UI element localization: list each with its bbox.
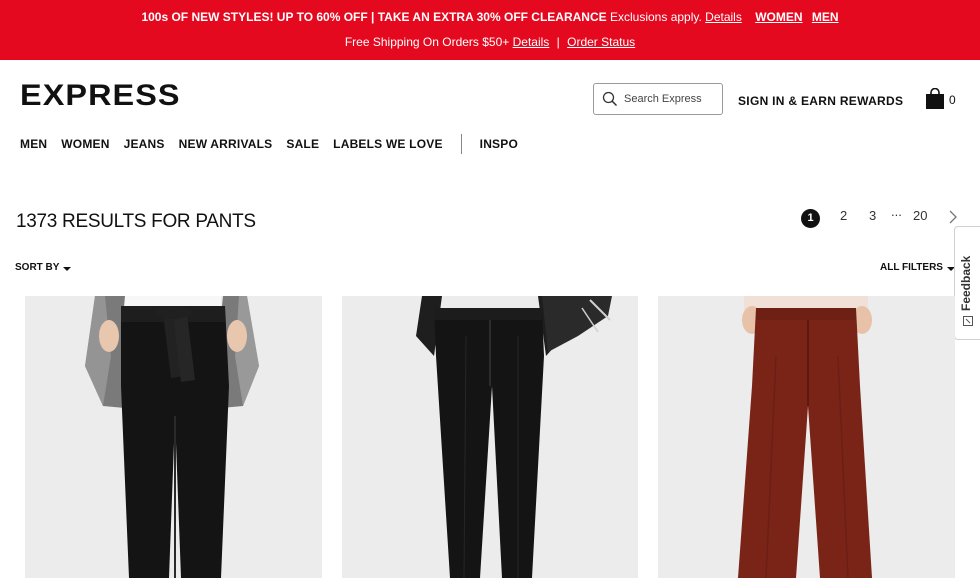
sort-by-dropdown[interactable]: SORT BY <box>15 262 72 273</box>
promo-line-1: 100s OF NEW STYLES! UP TO 60% OFF | TAKE… <box>0 10 980 24</box>
promo-line-2: Free Shipping On Orders $50+ Details | O… <box>0 35 980 49</box>
nav-item-men[interactable]: MEN <box>20 137 47 151</box>
nav-item-labels-we-love[interactable]: LABELS WE LOVE <box>333 137 442 151</box>
black-slim-pant-image <box>342 296 638 578</box>
page-link-2[interactable]: 2 <box>840 208 847 223</box>
page-current[interactable]: 1 <box>801 209 820 228</box>
promo-headline: 100s OF NEW STYLES! UP TO 60% OFF | TAKE… <box>141 10 607 24</box>
all-filters-dropdown[interactable]: ALL FILTERS <box>880 262 955 273</box>
promo-men-link[interactable]: MEN <box>812 10 839 24</box>
nav-divider <box>460 134 462 154</box>
feedback-icon <box>963 316 973 326</box>
nav-item-women[interactable]: WOMEN <box>61 137 109 151</box>
nav-item-inspo[interactable]: INSPO <box>480 137 518 151</box>
order-status-link[interactable]: Order Status <box>567 35 635 49</box>
shipping-details-link[interactable]: Details <box>513 35 550 49</box>
search-icon[interactable] <box>602 91 618 107</box>
page-link-last[interactable]: 20 <box>913 208 927 223</box>
promo-banner: 100s OF NEW STYLES! UP TO 60% OFF | TAKE… <box>0 0 980 60</box>
nav-item-sale[interactable]: SALE <box>286 137 319 151</box>
main-nav: MEN WOMEN JEANS NEW ARRIVALS SALE LABELS… <box>20 134 532 154</box>
search-box[interactable] <box>593 83 723 115</box>
page-link-3[interactable]: 3 <box>869 208 876 223</box>
promo-exclusions: Exclusions apply. <box>610 10 702 24</box>
nav-item-new-arrivals[interactable]: NEW ARRIVALS <box>179 137 273 151</box>
product-card[interactable] <box>658 296 955 578</box>
sign-in-link[interactable]: SIGN IN & EARN REWARDS <box>738 94 903 108</box>
pagination: 1 2 3 ... 20 <box>800 204 970 231</box>
black-belted-pant-image <box>25 296 322 578</box>
shopping-bag-icon[interactable] <box>925 88 945 110</box>
free-shipping-text: Free Shipping On Orders $50+ <box>344 35 510 49</box>
all-filters-label: ALL FILTERS <box>880 262 943 273</box>
rust-flare-pant-image <box>658 296 955 578</box>
product-card[interactable] <box>342 296 638 578</box>
sort-by-label: SORT BY <box>15 262 60 273</box>
express-logo[interactable]: EXPRESS <box>20 80 181 112</box>
caret-down-icon <box>63 266 72 271</box>
search-input[interactable] <box>624 93 720 105</box>
nav-item-jeans[interactable]: JEANS <box>124 137 165 151</box>
product-card[interactable] <box>25 296 322 578</box>
chevron-right-icon[interactable] <box>948 210 958 224</box>
feedback-label: Feedback <box>959 255 973 311</box>
promo-details-link[interactable]: Details <box>705 10 742 24</box>
results-title: 1373 RESULTS FOR PANTS <box>16 211 256 232</box>
page-ellipsis: ... <box>891 204 902 219</box>
bag-count: 0 <box>949 93 956 107</box>
promo-women-link[interactable]: WOMEN <box>755 10 802 24</box>
feedback-tab[interactable]: Feedback <box>954 226 980 340</box>
promo-separator: | <box>556 35 560 49</box>
